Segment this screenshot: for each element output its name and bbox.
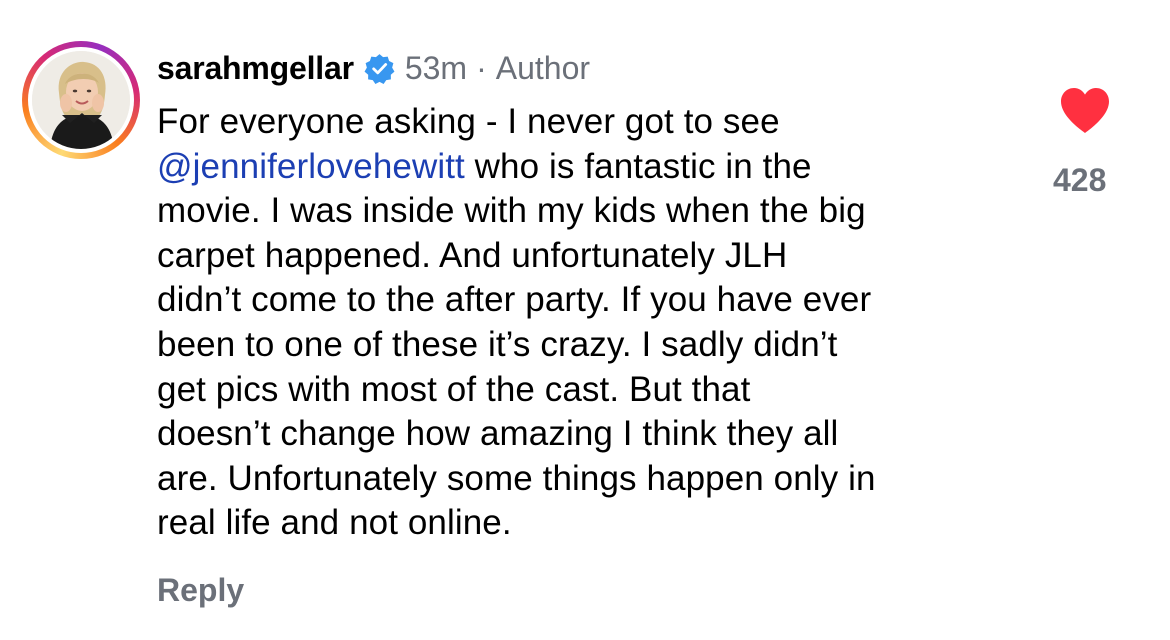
comment-line: are. Unfortunately some things happen on…	[157, 458, 876, 498]
comment-line: real life and not online.	[157, 503, 512, 543]
comment-line: For everyone asking - I never got to see	[157, 102, 780, 141]
avatar[interactable]	[32, 51, 130, 149]
comment-line-text: who is fantastic in the	[464, 146, 812, 186]
comment-text: For everyone asking - I never got to see…	[157, 100, 1037, 546]
comment-line: @jenniferlovehewitt who is fantastic in …	[157, 145, 1037, 190]
mention-link[interactable]: @jenniferlovehewitt	[157, 147, 465, 186]
heart-icon	[1061, 88, 1109, 133]
comment-line: movie. I was inside with my kids when th…	[157, 191, 866, 231]
comment-line: get pics with most of the cast. But that	[157, 369, 751, 409]
avatar-story-ring[interactable]	[22, 41, 140, 159]
timestamp: 53m	[404, 49, 468, 86]
meta-separator: ·	[476, 49, 487, 86]
comment-line: doesn’t change how amazing I think they …	[157, 414, 839, 454]
like-button[interactable]	[1058, 85, 1112, 135]
comment-meta: 53m · Author	[405, 50, 590, 87]
verified-badge-icon	[364, 53, 395, 84]
username-link[interactable]: sarahmgellar	[157, 50, 354, 87]
comment-line: carpet happened. And unfortunately JLH	[157, 235, 788, 275]
like-count[interactable]: 428	[1053, 162, 1106, 199]
profile-photo-icon	[32, 51, 130, 149]
comment-header: sarahmgellar 53m · Author	[157, 44, 590, 92]
comment-line: didn’t come to the after party. If you h…	[157, 280, 872, 320]
author-label: Author	[495, 49, 591, 86]
comment-line: been to one of these it’s crazy. I sadly…	[157, 324, 838, 364]
reply-button[interactable]: Reply	[157, 572, 244, 609]
